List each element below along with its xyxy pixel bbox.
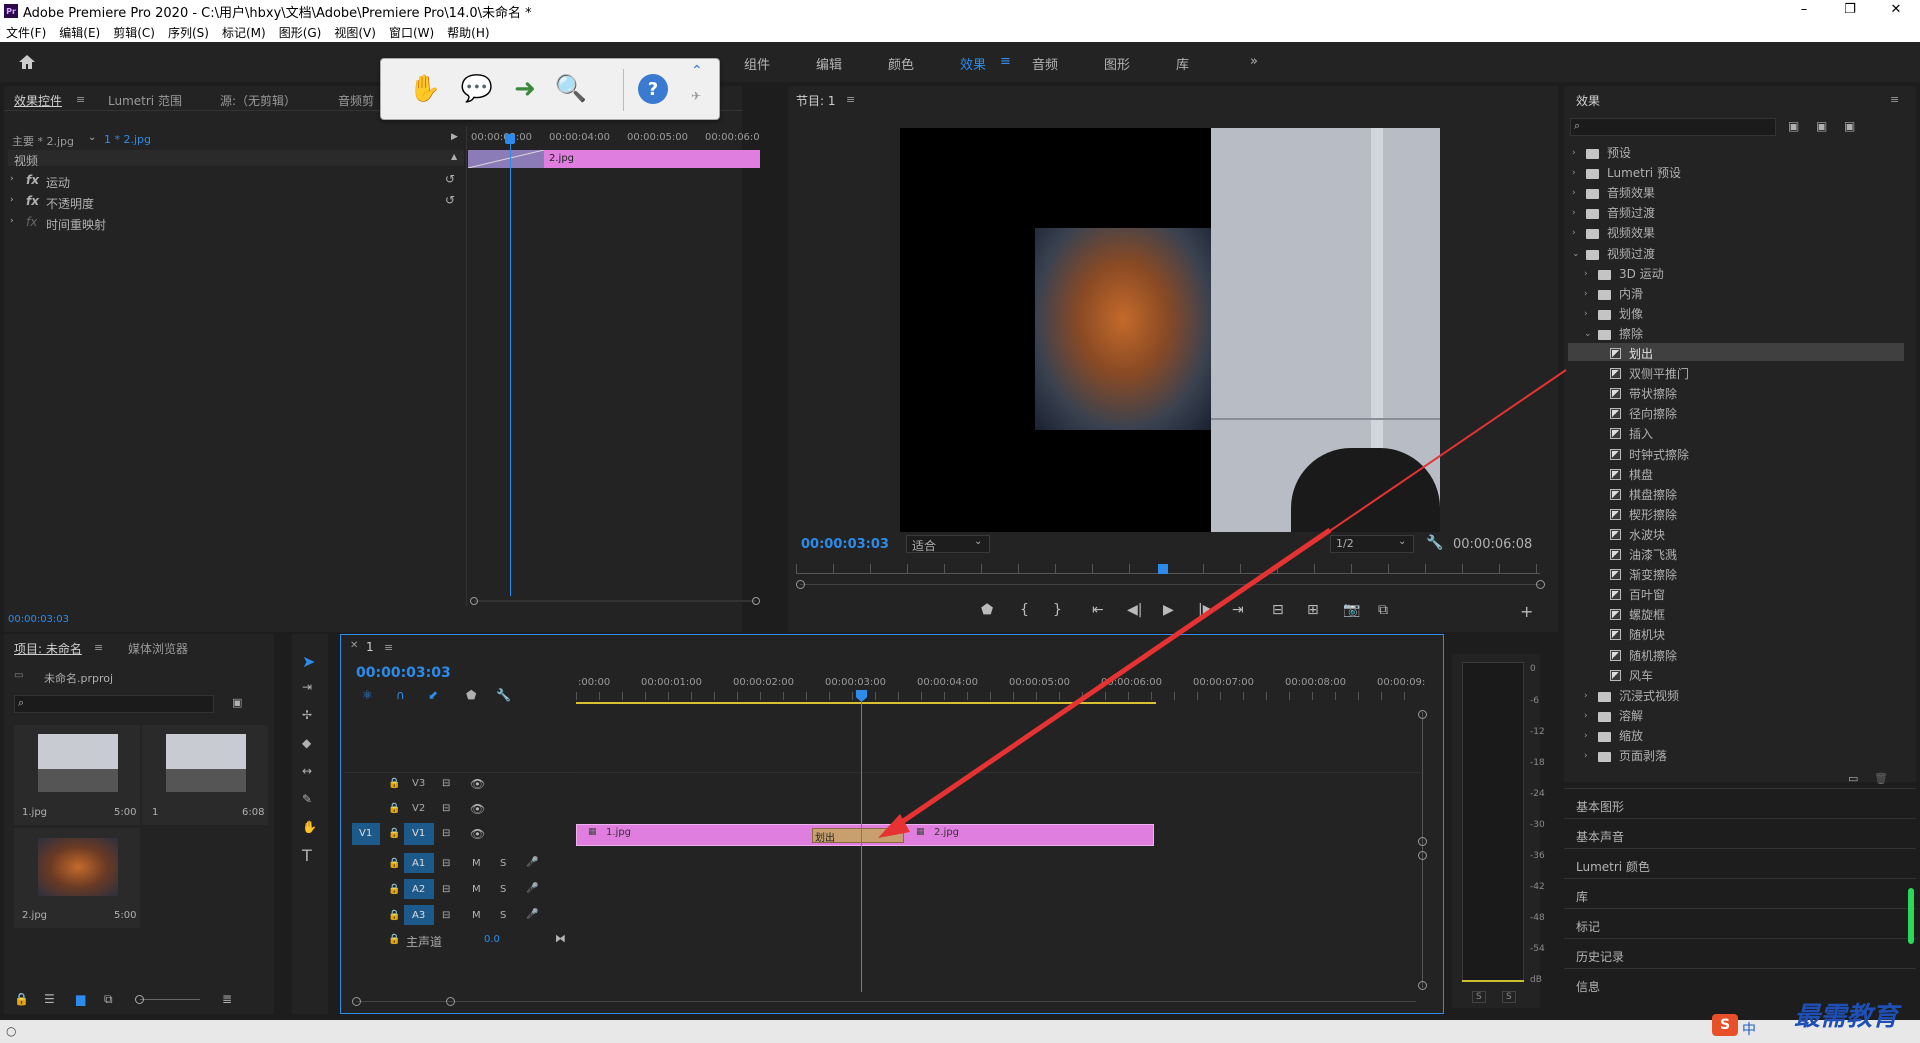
tutorial-arrow xyxy=(878,369,1567,838)
arrow-thick-line xyxy=(894,527,1332,829)
